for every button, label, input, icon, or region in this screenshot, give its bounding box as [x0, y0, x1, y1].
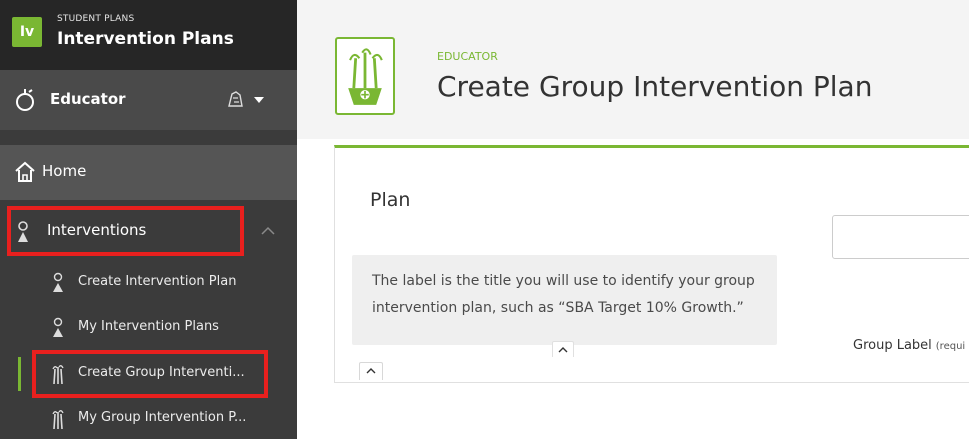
app-logo[interactable]: Iv	[12, 17, 42, 47]
group-plan-icon	[348, 48, 383, 105]
switch-role-icon[interactable]	[226, 88, 266, 112]
role-selector[interactable]: Educator	[0, 70, 297, 130]
plan-card: Plan The label is the title you will use…	[334, 145, 969, 383]
help-text: The label is the title you will use to i…	[372, 273, 755, 316]
group-label-label: Group Label (requi	[853, 338, 965, 353]
timer-icon	[16, 89, 34, 111]
chevron-up-icon	[558, 347, 568, 353]
role-label: Educator	[50, 90, 126, 108]
sidebar-item-home[interactable]: Home	[0, 145, 297, 200]
sidebar-item-label: Interventions	[47, 221, 147, 239]
collapse-help-button[interactable]	[552, 341, 574, 357]
sidebar-subitem-my-intervention-plans[interactable]: My Intervention Plans	[0, 306, 297, 351]
section-title: Plan	[370, 189, 411, 211]
intervention-icon	[18, 221, 28, 242]
required-hint: (requi	[935, 341, 966, 352]
app-subtitle: STUDENT PLANS	[57, 14, 135, 24]
group-intervention-icon	[52, 410, 64, 430]
sidebar-subitem-create-intervention-plan[interactable]: Create Intervention Plan	[0, 261, 297, 306]
chevron-up-icon[interactable]	[258, 223, 278, 239]
sidebar-subitem-my-group-intervention-plans[interactable]: My Group Intervention P...	[0, 397, 297, 439]
group-label-input[interactable]	[832, 215, 969, 259]
sidebar-subitem-label: My Group Intervention P...	[78, 410, 247, 425]
main-content: EDUCATOR Create Group Intervention Plan …	[297, 0, 969, 439]
group-intervention-icon	[52, 365, 64, 385]
intervention-icon	[53, 317, 63, 337]
page-header: EDUCATOR Create Group Intervention Plan	[297, 0, 969, 139]
collapse-section-button[interactable]	[359, 362, 383, 380]
group-label-text: Group Label	[853, 338, 932, 353]
app-header: Iv STUDENT PLANS Intervention Plans	[0, 0, 297, 70]
chevron-up-icon	[366, 368, 376, 374]
sidebar-item-label: Home	[42, 162, 87, 180]
group-plan-icon-frame	[335, 37, 395, 115]
app-title[interactable]: Intervention Plans	[57, 29, 234, 49]
page-eyebrow: EDUCATOR	[437, 50, 498, 63]
sidebar-subitem-label: My Intervention Plans	[78, 319, 219, 334]
sidebar-subitem-create-group-intervention[interactable]: Create Group Interventi...	[0, 352, 297, 397]
intervention-icon	[53, 272, 63, 292]
help-box: The label is the title you will use to i…	[352, 255, 777, 345]
sidebar-subitem-label: Create Intervention Plan	[78, 274, 237, 289]
sidebar-subitem-label: Create Group Interventi...	[78, 365, 245, 380]
page-title: Create Group Intervention Plan	[437, 70, 873, 103]
sidebar: Iv STUDENT PLANS Intervention Plans Educ…	[0, 0, 297, 439]
sidebar-item-interventions[interactable]: Interventions	[0, 203, 297, 259]
home-icon	[15, 161, 35, 182]
